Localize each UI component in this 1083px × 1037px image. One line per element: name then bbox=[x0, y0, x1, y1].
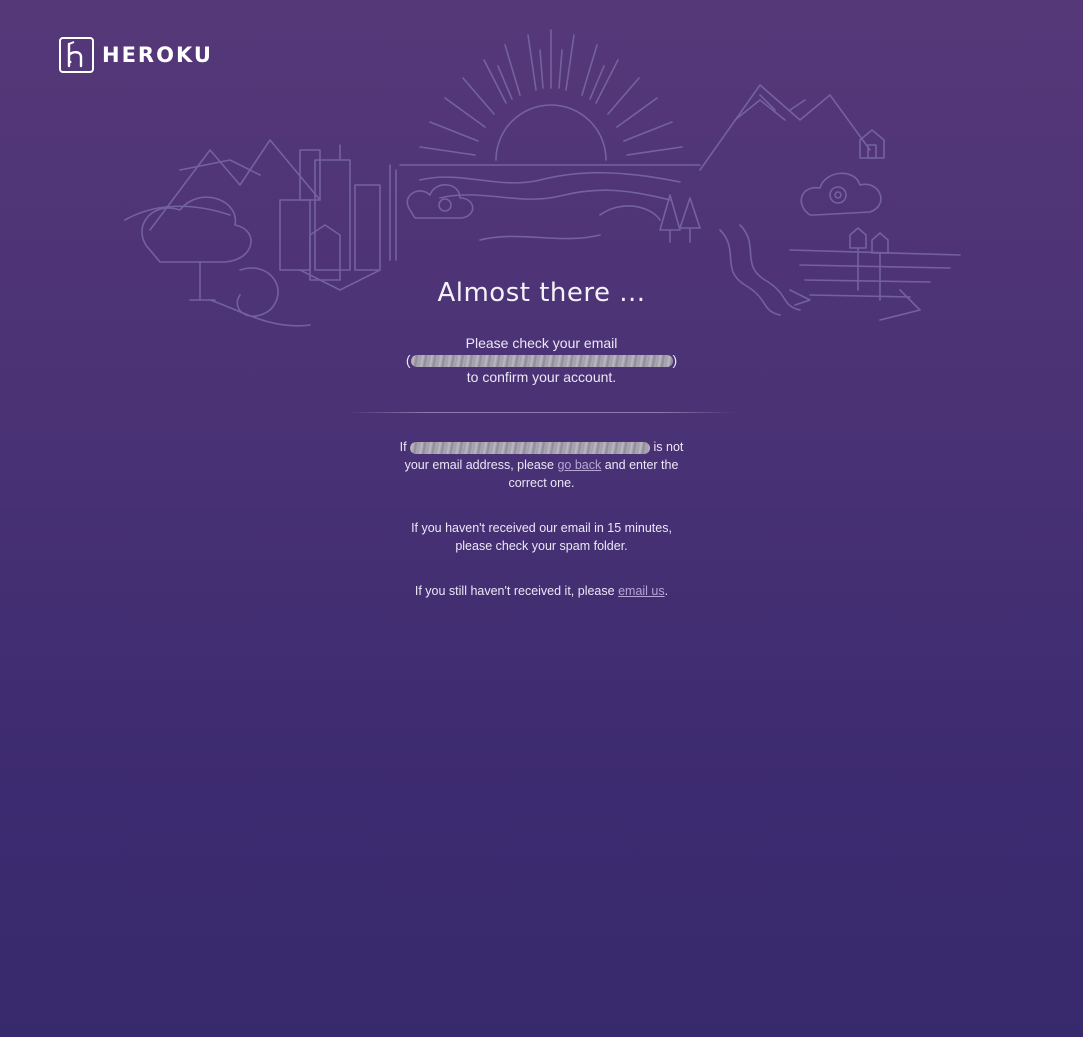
email-us-link[interactable]: email us bbox=[618, 584, 665, 598]
confirm-line-3: to confirm your account. bbox=[466, 369, 617, 385]
confirm-line-2: () bbox=[382, 352, 702, 369]
spam-note-line-1: If you haven't received our email in 15 … bbox=[411, 521, 672, 535]
still-note-end: . bbox=[664, 584, 669, 598]
divider bbox=[346, 412, 737, 413]
wrong-email-line-2-before: your email address, please bbox=[404, 458, 554, 472]
wrong-email-note: If is not your email address, please go … bbox=[392, 438, 692, 492]
page-title: Almost there ... bbox=[437, 278, 646, 308]
confirmation-panel: Almost there ... Please check your email… bbox=[0, 278, 1083, 600]
open-paren: ( bbox=[405, 352, 411, 368]
redacted-email bbox=[410, 441, 651, 454]
wrong-email-suffix: is not bbox=[653, 440, 684, 454]
wrong-email-line-3: correct one. bbox=[508, 476, 575, 490]
wrong-email-line-2-after: and enter the bbox=[604, 458, 679, 472]
still-note-text: If you still haven't received it, please bbox=[414, 584, 615, 598]
confirm-message: Please check your email () to confirm yo… bbox=[382, 335, 702, 386]
wrong-email-prefix: If bbox=[399, 440, 407, 454]
spam-note: If you haven't received our email in 15 … bbox=[392, 519, 692, 555]
confirm-line-1: Please check your email bbox=[465, 335, 618, 351]
spam-note-line-2: please check your spam folder. bbox=[455, 539, 628, 553]
still-not-received-note: If you still haven't received it, please… bbox=[392, 582, 692, 600]
close-paren: ) bbox=[672, 352, 678, 368]
go-back-link[interactable]: go back bbox=[557, 458, 601, 472]
redacted-email bbox=[410, 355, 673, 368]
